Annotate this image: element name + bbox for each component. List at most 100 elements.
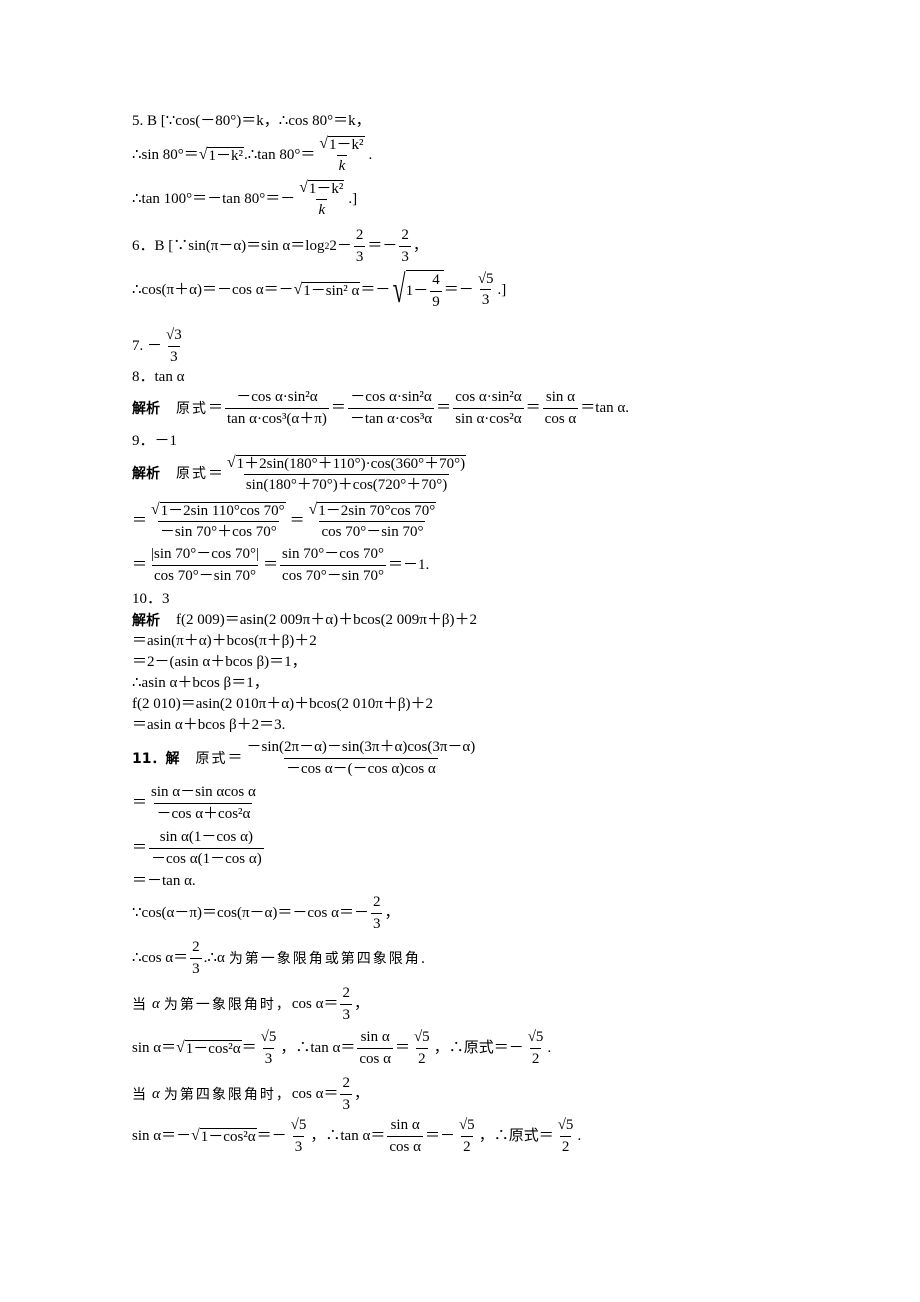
q6-text: ∴cos(π＋α)＝－cos α＝－ (132, 281, 294, 298)
q11-case1-line-2: sin α＝ √ 1－cos²α ＝ √5 3 ，∴tan α＝ sin α cos … (132, 1029, 552, 1068)
q8-fraction: cos α·sin²α sin α·cos²α (453, 389, 524, 427)
q6-text: ＝－ (443, 281, 474, 298)
q9-label: 9．－1 (132, 433, 178, 449)
original-expression-label: 原式 (176, 466, 208, 483)
q11-fraction: √5 2 (557, 1117, 574, 1155)
q11-fraction: √5 2 (527, 1029, 544, 1067)
q11-fraction: 23 (190, 939, 202, 977)
q11-text: ，∴原式＝ (478, 1128, 554, 1145)
q5-line-2: ∴sin 80°＝ √ 1－k² .∴tan 80°＝ √ 1－k² k . (132, 136, 372, 175)
q10-line-1: 解析 f(2 009)＝asin(2 009π＋α)＋bcos(2 009π＋β… (132, 613, 477, 628)
q8-label: 8．tan α (132, 369, 185, 385)
q6-text: 2－ (329, 238, 352, 255)
alpha-symbol: α (152, 1086, 160, 1103)
q6-fraction: √5 3 (477, 270, 494, 309)
q11-text: 为第一象限角时， (163, 996, 292, 1013)
q11-fraction: √5 3 (290, 1117, 307, 1155)
q11-punct: ， (353, 1086, 369, 1103)
q11-punct: ， (353, 996, 369, 1013)
q11-case2-line-1: 当 α 为第四象限角时， cos α＝ 23 ， (132, 1075, 369, 1114)
q6-text: 6．B [∵sin(π－α)＝sin α＝log (132, 238, 325, 255)
q6-tall-sqrt: √ 1－ 49 (390, 270, 444, 311)
q11-sqrt: √ 1－cos²α (176, 1039, 242, 1058)
q11-fraction: 23 (340, 1075, 352, 1113)
q6-text: ， (412, 238, 428, 255)
q11-punct: . (547, 1040, 552, 1057)
q5-fraction: √ 1－k² k (319, 135, 365, 174)
q9-result: ＝－1. (388, 557, 430, 574)
q11-text: ，∴tan α＝ (280, 1040, 356, 1057)
q6-text: ＝－ (360, 281, 391, 298)
q9-fraction: √ 1＋2sin(180°＋110°)·cos(360°＋70°) sin(180… (227, 454, 467, 493)
q11-text: sin α＝ (132, 1040, 177, 1057)
q8-fraction: sin α cos α (542, 389, 579, 427)
q10-line-3: ＝2－(asin α＋bcos β)＝1， (132, 655, 307, 670)
q11-fraction: sin α cos α (357, 1029, 393, 1067)
analysis-heading: 解析 (132, 612, 160, 629)
alpha-symbol: α (152, 996, 160, 1013)
q11-punct: ， (384, 905, 400, 922)
q6-fraction: 23 (353, 227, 366, 265)
q6-fraction: 49 (430, 272, 442, 310)
q11-case1-line-1: 当 α 为第一象限角时， cos α＝ 23 ， (132, 985, 369, 1024)
q10-step: ∴asin α＋bcos β＝1， (132, 675, 269, 691)
q6-fraction: 23 (399, 227, 411, 265)
q11-text: cos α＝ (291, 1086, 339, 1103)
q5-text: ∴tan 100°＝－tan 80°＝－ (132, 190, 296, 207)
q11-punct: . (577, 1128, 582, 1145)
q8-result: ＝tan α. (580, 400, 629, 417)
q5-line-1: 5. B [∵cos(－80°)＝k，∴cos 80°＝k， (132, 114, 371, 129)
q10-step: ＝asin α＋bcos β＋2＝3. (132, 717, 286, 733)
q10-step: f(2 010)＝asin(2 010π＋α)＋bcos(2 010π＋β)＋2 (132, 696, 434, 712)
q9-fraction: √ 1－2sin 110°cos 70° －sin 70°＋cos 70° (151, 501, 286, 540)
q5-text: ∴sin 80°＝ (132, 146, 199, 163)
q11-fraction: sin α－sin αcos α －cos α＋cos²α (151, 784, 256, 822)
q11-text: ＝－ (424, 1128, 455, 1145)
q11-conclusion: 为第一象限角或第四象限角. (228, 950, 428, 967)
q10-step: ＝2－(asin α＋bcos β)＝1， (132, 654, 307, 670)
q8-fraction: －cos α·sin²α tan α·cos³(α＋π) (225, 389, 329, 427)
q8-analysis-line: 解析 原式 ＝ －cos α·sin²α tan α·cos³(α＋π) ＝ －c… (132, 389, 629, 427)
q8-label-line: 8．tan α (132, 370, 184, 385)
original-expression-label: 原式 (195, 750, 228, 767)
q5-text: . (368, 146, 373, 163)
q7-fraction: √3 3 (166, 327, 182, 365)
q8-fraction: －cos α·sin²α －tan α·cos³α (347, 389, 435, 427)
q11-step: ＝－tan α. (132, 873, 196, 889)
q9-line-2: ＝ √ 1－2sin 110°cos 70° －sin 70°＋cos 70° ＝… (132, 502, 440, 541)
q11-label: 11．解 (132, 750, 180, 767)
q5-sqrt: √ 1－k² (198, 145, 244, 164)
q5-text: .∴tan 80°＝ (243, 146, 316, 163)
q6-sqrt: √ 1－sin² α (293, 280, 361, 299)
q11-sqrt: √ 1－cos²α (191, 1127, 257, 1146)
q10-line-5: f(2 010)＝asin(2 010π＋α)＋bcos(2 010π＋β)＋2 (132, 697, 433, 712)
q11-line-3: ＝ sin α(1－cos α) －cos α(1－cos α) (132, 829, 264, 867)
q10-label-line: 10．3 (132, 592, 170, 607)
q6-line-1: 6．B [∵sin(π－α)＝sin α＝log 2 2－ 23 ＝－ 23 ， (132, 227, 428, 265)
q11-text: sin α＝－ (132, 1128, 192, 1145)
q11-fraction: 23 (370, 894, 383, 932)
analysis-heading: 解析 (132, 466, 160, 483)
q6-text: .] (497, 281, 507, 298)
q9-fraction: |sin 70°－cos 70°| cos 70°－sin 70° (151, 546, 260, 584)
q10-label: 10．3 (132, 591, 170, 607)
q11-step: ∵cos(α－π)＝cos(π－α)＝－cos α＝－ (132, 905, 369, 922)
q5-line-3: ∴tan 100°＝－tan 80°＝－ √ 1－k² k .] (132, 180, 357, 219)
q11-fraction: sin α(1－cos α) －cos α(1－cos α) (149, 829, 264, 867)
q11-text: 为第四象限角时， (163, 1086, 292, 1103)
q10-line-6: ＝asin α＋bcos β＋2＝3. (132, 718, 285, 733)
q5-fraction: √ 1－k² k (299, 179, 345, 218)
q6-text: 1－ (405, 283, 429, 300)
q11-fraction: √5 2 (413, 1029, 430, 1067)
q11-text: ＝ (241, 1040, 257, 1057)
q9-fraction: sin 70°－cos 70° cos 70°－sin 70° (280, 546, 387, 584)
q9-label-line: 9．－1 (132, 434, 177, 449)
q9-line-1: 解析 原式 ＝ √ 1＋2sin(180°＋110°)·cos(360°＋70°)… (132, 455, 470, 494)
q6-text: ＝－ (367, 238, 398, 255)
q7-line: 7. － √3 3 (132, 327, 186, 366)
q11-text: cos α＝ (291, 996, 339, 1013)
q11-text: ＝ (394, 1040, 410, 1057)
q11-fraction: sin α cos α (387, 1117, 423, 1155)
original-expression-label: 原式 (176, 400, 208, 417)
q11-fraction: √5 2 (458, 1117, 475, 1155)
